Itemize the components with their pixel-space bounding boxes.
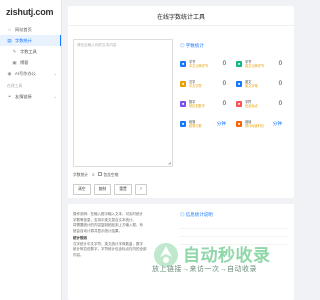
watermark-subtitle: 放上链接→来访一次→自动收录 bbox=[152, 266, 257, 273]
stat-value: 0 bbox=[222, 81, 226, 87]
main-card: 在线字数统计工具 请在此输入你的文本内容 ◢ 字数统计 0 包含空格 清空 复制… bbox=[68, 6, 294, 198]
book-icon: ▣ bbox=[12, 60, 17, 65]
stat-subtitle: 阿拉伯数字 bbox=[189, 104, 205, 108]
read-icon: ■ bbox=[236, 121, 242, 127]
home-icon: ⌂ bbox=[8, 27, 11, 32]
byte-icon: ■ bbox=[180, 61, 186, 67]
sidebar-item-label: AI写作办公 bbox=[15, 70, 36, 76]
stat-subtitle: 预计阅读时长 bbox=[245, 124, 265, 128]
watermark: 自动秒收录 放上链接→来访一次→自动收录 bbox=[150, 237, 300, 277]
watermark-title: 自动秒收录 bbox=[183, 246, 271, 265]
stat-item: ■ 字节 中文占两字节 0 bbox=[180, 54, 232, 74]
char-icon: ■ bbox=[236, 101, 242, 107]
copy-button[interactable]: 复制 bbox=[93, 184, 112, 195]
stat-subtitle: 中文字符 bbox=[189, 84, 202, 88]
stats-grid: ■ 字节 中文占两字节 0 ■ 字节 英文占两字节 0 ■ 汉字 中文字符 0 ■ 英文 英文字母 0 ■ 数字阿… bbox=[180, 54, 288, 134]
stat-item: ■ 阅读 预计阅读时长 分钟 bbox=[236, 114, 288, 134]
stat-label: 段落 段落行数 bbox=[189, 120, 211, 128]
stat-value: 0 bbox=[222, 101, 226, 107]
hanzi-icon: ■ bbox=[180, 81, 186, 87]
stat-value: 分钟 bbox=[272, 121, 282, 126]
sidebar-nav: ⌂ 网站首页 ▤ 字数统计 ✎ 字数工具 ▣ 博客 ◉ AI写作办公 ⌄ bbox=[0, 24, 61, 79]
sidebar-item-label: 字数统计 bbox=[15, 37, 32, 43]
count-row: 字数统计 0 包含空格 bbox=[73, 172, 119, 178]
text-input-placeholder: 请在此输入你的文本内容 bbox=[77, 43, 117, 47]
include-spaces-option[interactable]: 包含空格 bbox=[98, 172, 119, 178]
stat-item: ■ 字符 包含标点 0 bbox=[236, 94, 288, 114]
para-icon: ■ bbox=[180, 121, 186, 127]
reset-button[interactable]: 重置 bbox=[114, 184, 132, 195]
stat-value: 0 bbox=[278, 81, 282, 87]
count-label: 字数统计 bbox=[73, 172, 89, 177]
sidebar-item[interactable]: ▤ 字数统计 bbox=[0, 35, 61, 46]
link-icon: ⚭ bbox=[7, 94, 12, 99]
stat-label: 英文 英文字母 bbox=[245, 80, 267, 88]
sidebar-item-label: 友情链接 bbox=[15, 93, 32, 99]
clear-button[interactable]: 清空 bbox=[73, 184, 91, 195]
site-logo[interactable]: zishutj.com bbox=[0, 0, 61, 24]
stat-value: 分钟 bbox=[216, 121, 226, 126]
info-header-label: 信息统计说明 bbox=[185, 212, 213, 217]
stat-item: ■ 数字 阿拉伯数字 0 bbox=[180, 94, 232, 114]
sidebar-extra-nav: ⚭ 友情链接 ⌄ bbox=[0, 91, 61, 102]
chevron-down-icon: ⌄ bbox=[53, 71, 57, 76]
stat-label: 字节 英文占两字节 bbox=[245, 60, 267, 68]
stat-subtitle: 中文占两字节 bbox=[189, 64, 209, 68]
divider bbox=[180, 224, 288, 229]
include-spaces-label: 包含空格 bbox=[103, 173, 119, 177]
tool-icon: ✎ bbox=[12, 49, 17, 54]
checkbox-icon[interactable] bbox=[98, 172, 103, 176]
sidebar-item-label: 网站首页 bbox=[15, 26, 32, 32]
number-icon: ■ bbox=[180, 101, 186, 107]
chart-icon: ▤ bbox=[7, 38, 12, 43]
sidebar-section-label: 在线工具 bbox=[7, 84, 23, 88]
info-header: ◎ 信息统计说明 bbox=[180, 212, 213, 217]
byte-icon: ■ bbox=[236, 61, 242, 67]
stat-item: ■ 段落 段落行数 分钟 bbox=[180, 114, 232, 134]
page-title: 在线字数统计工具 bbox=[68, 6, 294, 26]
instruction-line: 统会自动计算并显示统计结果。 bbox=[73, 228, 122, 233]
stat-value: 0 bbox=[222, 61, 226, 67]
sidebar-item[interactable]: ⚭ 友情链接 ⌄ bbox=[0, 91, 61, 102]
stat-label: 字节 中文占两字节 bbox=[189, 60, 211, 68]
stats-header: ◎ 字数统计 bbox=[180, 43, 204, 48]
stat-item: ■ 字节 英文占两字节 0 bbox=[236, 54, 288, 74]
sidebar-item[interactable]: ✎ 字数工具 bbox=[0, 46, 61, 57]
sidebar-item[interactable]: ▣ 博客 bbox=[0, 57, 61, 68]
robot-icon: ◉ bbox=[7, 71, 12, 76]
stat-label: 字符 包含标点 bbox=[245, 100, 267, 108]
resize-handle-icon[interactable]: ◢ bbox=[168, 160, 171, 165]
stat-subtitle: 英文占两字节 bbox=[245, 64, 265, 68]
stat-label: 数字 阿拉伯数字 bbox=[189, 100, 211, 108]
stat-value: 0 bbox=[278, 61, 282, 67]
action-buttons: 清空 复制 重置 ? bbox=[73, 184, 147, 195]
stat-item: ■ 英文 英文字母 0 bbox=[236, 74, 288, 94]
sidebar-item-label: 字数工具 bbox=[20, 48, 37, 54]
stat-subtitle: 段落行数 bbox=[189, 124, 202, 128]
stat-subtitle: 包含标点 bbox=[245, 104, 258, 108]
stat-value: 0 bbox=[278, 101, 282, 107]
stat-subtitle: 英文字母 bbox=[245, 84, 258, 88]
sidebar: zishutj.com ⌂ 网站首页 ▤ 字数统计 ✎ 字数工具 ▣ 博客 ◉ AI写作办公 ⌄ 在… bbox=[0, 0, 62, 300]
stat-label: 汉字 中文字符 bbox=[189, 80, 211, 88]
help-button[interactable]: ? bbox=[134, 184, 147, 195]
chevron-down-icon: ⌄ bbox=[53, 94, 57, 99]
sidebar-item[interactable]: ◉ AI写作办公 ⌄ bbox=[0, 68, 61, 79]
stats-header-label: 字数统计 bbox=[185, 43, 204, 48]
sidebar-item[interactable]: ⌂ 网站首页 bbox=[0, 24, 61, 35]
sidebar-item-label: 博客 bbox=[20, 59, 29, 65]
stat-label: 阅读 预计阅读时长 bbox=[245, 120, 267, 128]
text-input[interactable]: 请在此输入你的文本内容 ◢ bbox=[73, 39, 173, 167]
count-value: 0 bbox=[92, 173, 95, 177]
stat-item: ■ 汉字 中文字符 0 bbox=[180, 74, 232, 94]
letter-icon: ■ bbox=[236, 81, 242, 87]
